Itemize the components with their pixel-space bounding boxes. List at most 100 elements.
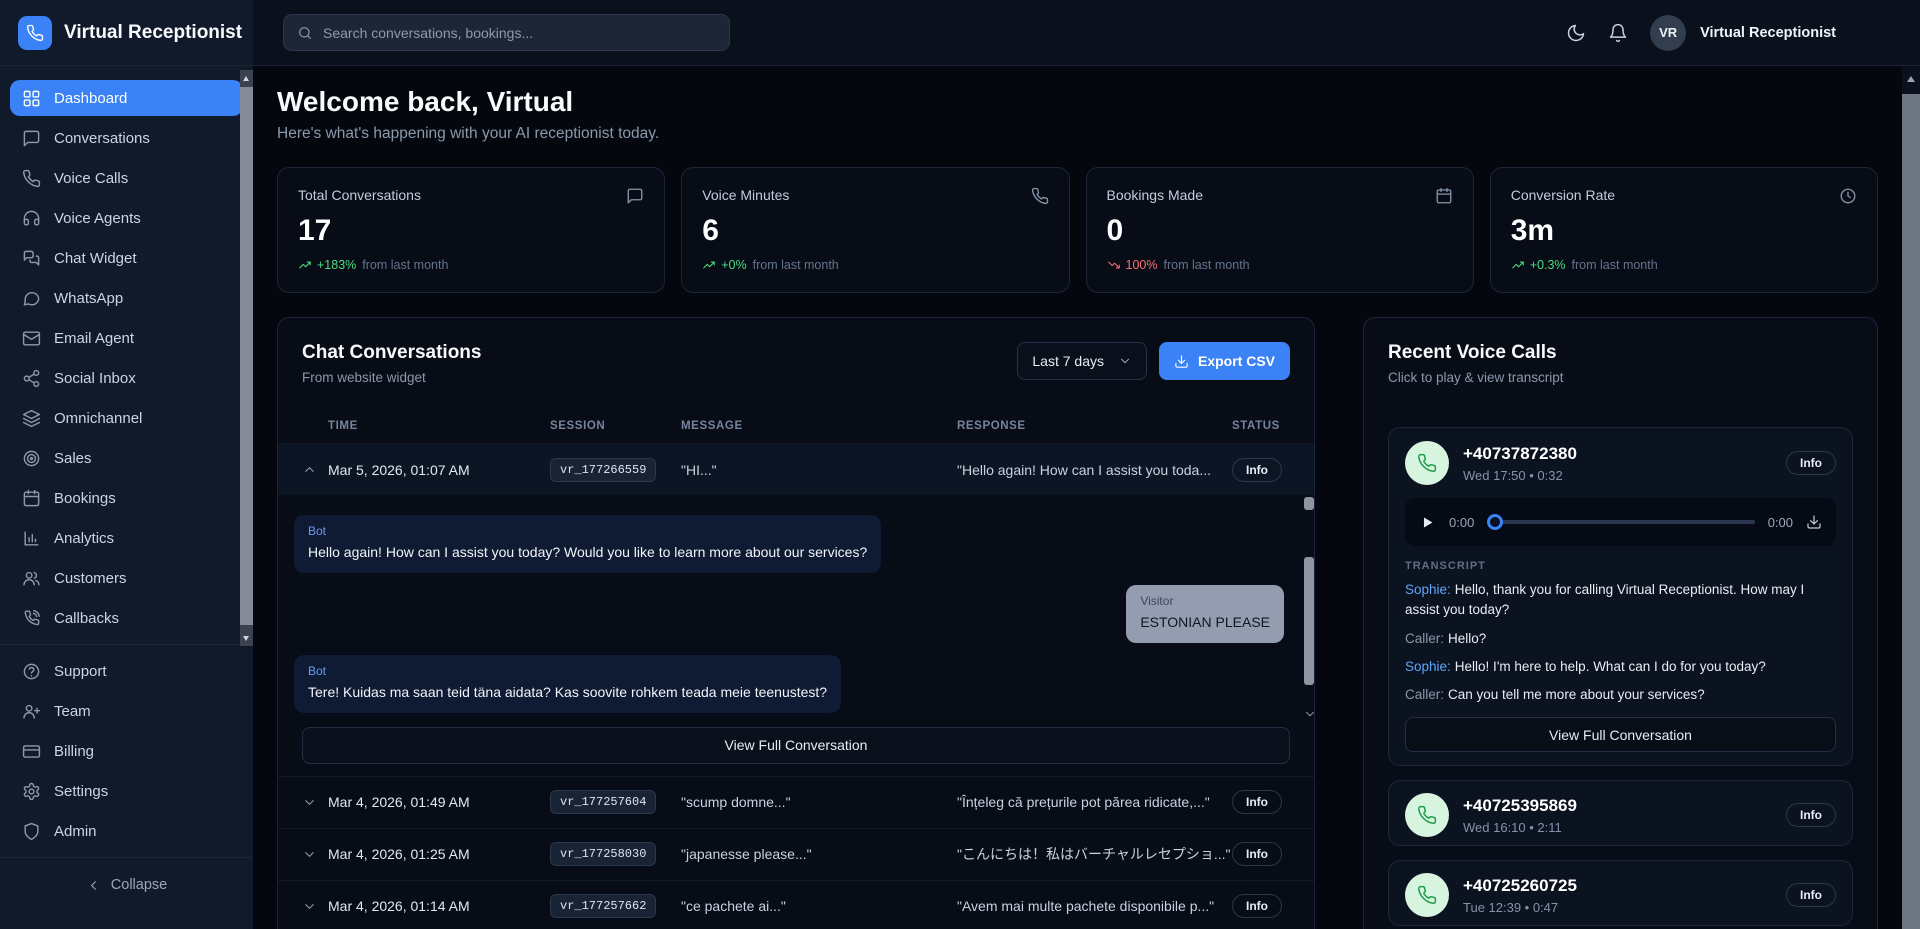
sidebar-item-dashboard[interactable]: Dashboard (10, 80, 243, 116)
call-meta: Wed 16:10 • 2:11 (1463, 820, 1772, 835)
main-content: Welcome back, Virtual Here's what's happ… (253, 66, 1902, 929)
sidebar-item-bookings[interactable]: Bookings (10, 480, 243, 516)
sidebar-item-email-agent[interactable]: Email Agent (10, 320, 243, 356)
stat-value: 17 (298, 214, 644, 248)
delta-value: +0% (721, 258, 746, 272)
scrollbar-thumb[interactable] (240, 87, 253, 625)
panel-subtitle: From website widget (302, 370, 481, 385)
session-badge: vr_177258030 (550, 842, 656, 866)
scroll-up-arrow[interactable] (1907, 76, 1915, 82)
phone-icon (1417, 453, 1437, 473)
call-number: +40725260725 (1463, 876, 1772, 896)
sender-label: Visitor (1140, 594, 1270, 608)
table-row[interactable]: Mar 4, 2026, 01:14 AM vr_177257662 "ce p… (278, 880, 1314, 929)
chat-bubble-icon (22, 129, 41, 148)
theme-toggle-button[interactable] (1566, 23, 1586, 43)
info-badge[interactable]: Info (1232, 842, 1282, 866)
sidebar-item-billing[interactable]: Billing (10, 733, 243, 769)
call-number: +40737872380 (1463, 444, 1772, 464)
stat-label: Total Conversations (298, 187, 421, 203)
info-badge[interactable]: Info (1232, 458, 1282, 482)
sidebar-scrollbar[interactable] (240, 70, 253, 646)
sidebar-item-callbacks[interactable]: Callbacks (10, 600, 243, 636)
sidebar-divider (0, 644, 253, 645)
chevron-left-icon (86, 878, 101, 893)
sidebar-item-admin[interactable]: Admin (10, 813, 243, 849)
sidebar-item-whatsapp[interactable]: WhatsApp (10, 280, 243, 316)
call-card[interactable]: +40725260725 Tue 12:39 • 0:47 Info (1388, 860, 1853, 926)
page-subtitle: Here's what's happening with your AI rec… (277, 125, 1878, 143)
search-input[interactable] (323, 25, 716, 41)
row-time: Mar 4, 2026, 01:49 AM (328, 794, 550, 810)
clock-icon (1839, 187, 1857, 205)
user-plus-icon (22, 702, 41, 721)
scrollbar-thumb[interactable] (1902, 94, 1920, 929)
sidebar-item-label: Support (54, 663, 107, 680)
scroll-down-chevron-icon[interactable] (1303, 707, 1317, 721)
sidebar-item-support[interactable]: Support (10, 653, 243, 689)
play-button[interactable] (1419, 514, 1436, 531)
sidebar-item-sales[interactable]: Sales (10, 440, 243, 476)
layers-icon (22, 409, 41, 428)
table-row[interactable]: Mar 5, 2026, 01:07 AM vr_177266559 "HI..… (278, 443, 1314, 495)
sidebar-item-voice-calls[interactable]: Voice Calls (10, 160, 243, 196)
slider-track (1493, 520, 1754, 524)
transcript-line: Sophie:Hello! I'm here to help. What can… (1405, 657, 1836, 677)
stat-label: Voice Minutes (702, 187, 789, 203)
page-scrollbar[interactable] (1902, 66, 1920, 929)
info-badge[interactable]: Info (1232, 790, 1282, 814)
call-card[interactable]: +40725395869 Wed 16:10 • 2:11 Info (1388, 780, 1853, 846)
phone-icon (22, 169, 41, 188)
transcript-text: Hello! I'm here to help. What can I do f… (1455, 659, 1766, 674)
mail-icon (22, 329, 41, 348)
sidebar-item-customers[interactable]: Customers (10, 560, 243, 596)
date-range-select[interactable]: Last 7 days (1017, 342, 1147, 380)
chevron-down-icon (302, 795, 317, 810)
delta-value: 100% (1126, 258, 1158, 272)
info-badge[interactable]: Info (1786, 451, 1836, 475)
scroll-down-arrow[interactable] (243, 636, 249, 641)
sidebar-item-analytics[interactable]: Analytics (10, 520, 243, 556)
row-time: Mar 4, 2026, 01:14 AM (328, 898, 550, 914)
sidebar-item-voice-agents[interactable]: Voice Agents (10, 200, 243, 236)
scrollbar-thumb[interactable] (1304, 557, 1314, 685)
calls-list: +40737872380 Wed 17:50 • 0:32 Info 0:00 … (1388, 427, 1853, 929)
scrollbar-cap[interactable] (1304, 497, 1314, 510)
column-response: RESPONSE (957, 420, 1232, 432)
seek-slider[interactable] (1487, 513, 1754, 531)
stat-cards: Total Conversations 17 +183% from last m… (277, 167, 1878, 293)
slider-handle[interactable] (1487, 514, 1503, 530)
transcript-line: Caller:Can you tell me more about your s… (1405, 685, 1836, 705)
view-full-conversation-button[interactable]: View Full Conversation (302, 727, 1290, 764)
sidebar-item-social-inbox[interactable]: Social Inbox (10, 360, 243, 396)
chevron-up-icon (302, 462, 317, 477)
info-badge[interactable]: Info (1232, 894, 1282, 918)
transcript-line: Caller:Hello? (1405, 629, 1836, 649)
sidebar-item-omnichannel[interactable]: Omnichannel (10, 400, 243, 436)
table-row[interactable]: Mar 4, 2026, 01:49 AM vr_177257604 "scum… (278, 776, 1314, 828)
table-row[interactable]: Mar 4, 2026, 01:25 AM vr_177258030 "japa… (278, 828, 1314, 880)
delta-value: +0.3% (1530, 258, 1566, 272)
sidebar-item-settings[interactable]: Settings (10, 773, 243, 809)
thread-scrollbar[interactable] (1304, 495, 1314, 699)
transcript-text: Hello, thank you for calling Virtual Rec… (1405, 582, 1804, 617)
sidebar-item-label: Conversations (54, 130, 150, 147)
info-badge[interactable]: Info (1786, 803, 1836, 827)
avatar[interactable]: VR (1650, 15, 1686, 51)
notifications-button[interactable] (1608, 23, 1628, 43)
download-icon[interactable] (1806, 514, 1822, 530)
sidebar-item-team[interactable]: Team (10, 693, 243, 729)
app-brand: Virtual Receptionist (0, 0, 253, 65)
call-card[interactable]: +40737872380 Wed 17:50 • 0:32 Info 0:00 … (1388, 427, 1853, 766)
chevron-down-icon (1118, 354, 1132, 368)
sidebar-item-label: Team (54, 703, 91, 720)
info-badge[interactable]: Info (1786, 883, 1836, 907)
sidebar-collapse-button[interactable]: Collapse (0, 866, 253, 904)
scroll-up-arrow[interactable] (243, 76, 249, 81)
sidebar-item-conversations[interactable]: Conversations (10, 120, 243, 156)
export-csv-button[interactable]: Export CSV (1159, 342, 1290, 380)
view-full-conversation-button[interactable]: View Full Conversation (1405, 717, 1836, 752)
users-icon (22, 569, 41, 588)
sidebar-item-chat-widget[interactable]: Chat Widget (10, 240, 243, 276)
transcript-text: Hello? (1448, 631, 1486, 646)
